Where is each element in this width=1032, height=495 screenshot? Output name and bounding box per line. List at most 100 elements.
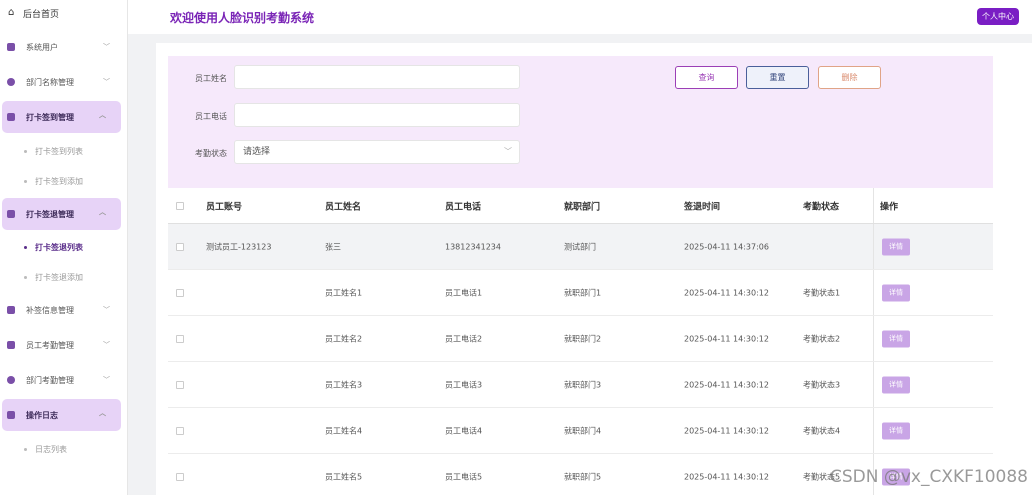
sidebar-sub-label: 打卡签到添加 [35,176,83,186]
cell-phone: 员工电话2 [445,334,483,343]
status-field-label: 考勤状态 [195,149,227,158]
cell-time: 2025-04-11 14:30:12 [684,380,769,389]
sidebar-sub-log-list[interactable]: 日志列表 [0,439,128,459]
list-icon [7,411,15,419]
cell-status: 考勤状态4 [803,426,841,435]
cell-dept: 就职部门3 [564,380,602,389]
sidebar-item-label: 部门考勤管理 [26,375,74,385]
column-divider [873,408,874,453]
sidebar-sub-label: 日志列表 [35,444,67,454]
cell-phone: 员工电话1 [445,288,483,297]
row-checkbox[interactable] [176,472,184,481]
cell-phone: 13812341234 [445,242,501,251]
col-header-time: 签退时间 [684,202,721,212]
detail-button[interactable]: 详情 [882,376,910,393]
detail-button[interactable]: 详情 [882,330,910,347]
cell-time: 2025-04-11 14:37:06 [684,242,769,251]
name-input[interactable] [234,65,520,89]
cell-phone: 员工电话5 [445,472,483,481]
select-all-checkbox[interactable] [176,201,184,210]
status-select[interactable]: 请选择 ﹀ [234,140,520,164]
sidebar-item-dept-attendance[interactable]: 部门考勤管理 ﹀ [0,366,128,394]
query-button[interactable]: 查询 [675,66,738,89]
home-icon: ⌂ [8,7,15,18]
sidebar-sub-checkin-list[interactable]: 打卡签到列表 [0,141,128,161]
row-checkbox[interactable] [176,242,184,251]
cell-name: 员工姓名5 [325,472,363,481]
sidebar-item-employee-attendance[interactable]: 员工考勤管理 ﹀ [0,331,128,359]
watermark-text: CSDN @vx_CXKF10088 [829,467,1028,487]
cell-dept: 就职部门4 [564,426,602,435]
phone-input[interactable] [234,103,520,127]
sidebar-home-label: 后台首页 [23,9,60,20]
bullet-icon [24,447,27,451]
detail-button[interactable]: 详情 [882,422,910,439]
main-content: 员工姓名 员工电话 考勤状态 请选择 ﹀ 查询 重置 删除 员工账号 员工姓名 … [156,43,1032,495]
sidebar-item-system-users[interactable]: 系统用户 ﹀ [0,33,128,61]
gear-icon [7,376,15,384]
sidebar-item-makeup[interactable]: 补签信息管理 ﹀ [0,296,128,324]
cell-name: 员工姓名4 [325,426,363,435]
sidebar-home-link[interactable]: ⌂ 后台首页 [0,0,127,26]
cell-status: 考勤状态3 [803,380,841,389]
cell-time: 2025-04-11 14:30:12 [684,288,769,297]
chevron-down-icon: ﹀ [103,341,110,349]
row-checkbox[interactable] [176,426,184,435]
cell-dept: 测试部门 [564,242,596,251]
detail-button[interactable]: 详情 [882,284,910,301]
sidebar-item-label: 部门名称管理 [26,77,74,87]
table-row: 员工姓名1 员工电话1 就职部门1 2025-04-11 14:30:12 考勤… [168,270,993,316]
sidebar-sub-checkin-add[interactable]: 打卡签到添加 [0,171,128,191]
cell-account: 测试员工-123123 [206,242,272,251]
row-checkbox[interactable] [176,334,184,343]
chevron-down-icon: ﹀ [504,147,512,156]
sidebar-sub-checkout-list[interactable]: 打卡签退列表 [0,237,128,257]
cell-time: 2025-04-11 14:30:12 [684,472,769,481]
sidebar: ⌂ 后台首页 系统用户 ﹀ 部门名称管理 ﹀ 打卡签到管理 ︿ 打卡签到列表 打… [0,0,128,495]
personal-center-button[interactable]: 个人中心 [977,8,1019,25]
sidebar-item-checkin[interactable]: 打卡签到管理 ︿ [2,101,121,133]
row-checkbox[interactable] [176,380,184,389]
chevron-up-icon: ︿ [99,111,106,119]
chevron-down-icon: ﹀ [103,43,110,51]
sidebar-sub-checkout-add[interactable]: 打卡签退添加 [0,267,128,287]
cell-dept: 就职部门5 [564,472,602,481]
top-header: 欢迎使用人脸识别考勤系统 个人中心 [128,0,1032,34]
column-divider [873,362,874,407]
col-header-phone: 员工电话 [445,202,482,212]
bullet-icon [24,245,27,249]
chevron-up-icon: ︿ [99,208,106,216]
detail-button[interactable]: 详情 [882,238,910,255]
trash-icon [7,210,15,218]
sidebar-item-checkout[interactable]: 打卡签退管理 ︿ [2,198,121,230]
table-row: 员工姓名2 员工电话2 就职部门2 2025-04-11 14:30:12 考勤… [168,316,993,362]
chevron-down-icon: ﹀ [103,306,110,314]
table-row: 员工姓名4 员工电话4 就职部门4 2025-04-11 14:30:12 考勤… [168,408,993,454]
sidebar-item-label: 打卡签到管理 [26,112,74,122]
col-header-account: 员工账号 [206,202,243,212]
status-select-placeholder: 请选择 [243,147,271,157]
page-title: 欢迎使用人脸识别考勤系统 [170,11,315,25]
table-row: 员工姓名3 员工电话3 就职部门3 2025-04-11 14:30:12 考勤… [168,362,993,408]
sidebar-sub-label: 打卡签退添加 [35,272,83,282]
book-icon [7,341,15,349]
name-field-label: 员工姓名 [195,74,227,83]
sidebar-item-label: 员工考勤管理 [26,340,74,350]
sidebar-item-dept-name[interactable]: 部门名称管理 ﹀ [0,68,128,96]
reset-button[interactable]: 重置 [746,66,809,89]
document-icon [7,113,15,121]
sidebar-sub-label: 打卡签到列表 [35,146,83,156]
col-header-name: 员工姓名 [325,202,362,212]
cell-dept: 就职部门2 [564,334,602,343]
column-divider [873,316,874,361]
cell-status: 考勤状态1 [803,288,841,297]
cell-phone: 员工电话4 [445,426,483,435]
bullet-icon [24,275,27,279]
sidebar-item-logs[interactable]: 操作日志 ︿ [2,399,121,431]
phone-field-label: 员工电话 [195,112,227,121]
user-icon [7,43,15,51]
cell-time: 2025-04-11 14:30:12 [684,334,769,343]
delete-button[interactable]: 删除 [818,66,881,89]
col-header-status: 考勤状态 [803,202,840,212]
row-checkbox[interactable] [176,288,184,297]
